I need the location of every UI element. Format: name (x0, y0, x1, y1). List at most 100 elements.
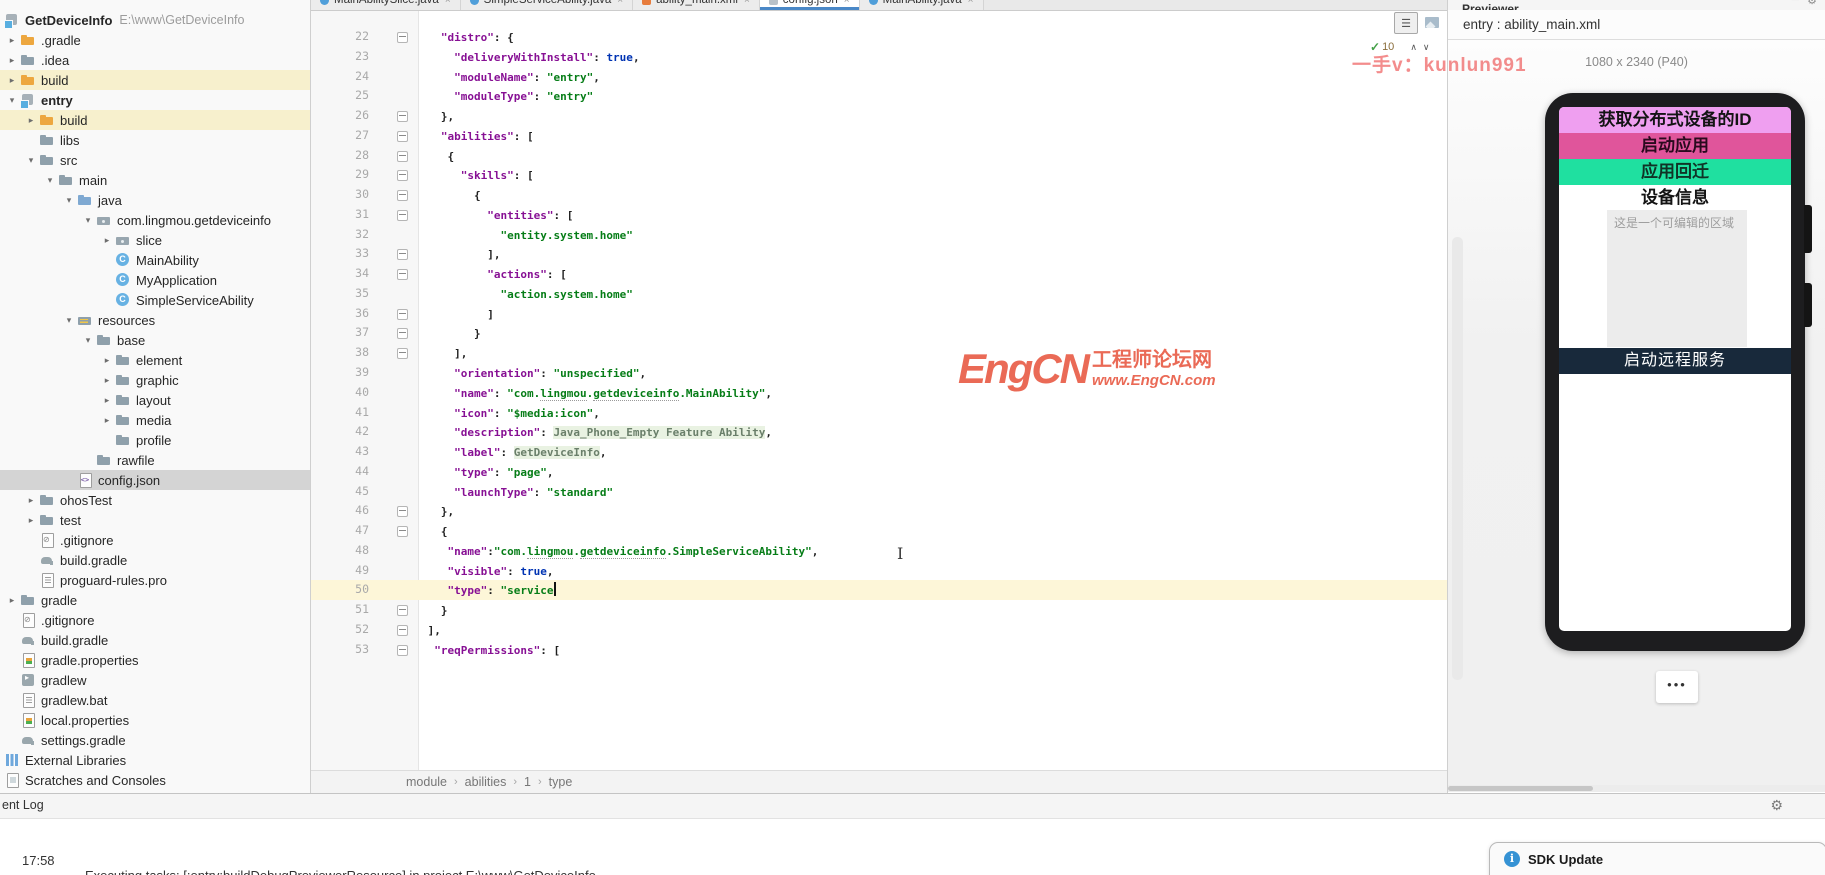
inspection-widget[interactable]: ✓ 10 ∧ ∨ (1370, 40, 1430, 54)
previewer-scrollbar-horizontal[interactable] (1448, 785, 1825, 792)
design-view-toggle-icon[interactable] (1421, 12, 1443, 32)
chevron-down-icon[interactable]: ▾ (61, 195, 77, 206)
code-line-29[interactable]: 29 "skills": [ (311, 165, 1447, 185)
chevron-down-icon[interactable]: ▾ (42, 175, 58, 186)
breadcrumb-item-module[interactable]: module (406, 775, 447, 789)
chevron-right-icon[interactable]: ▸ (23, 495, 39, 506)
chevron-right-icon[interactable]: ▸ (4, 595, 20, 606)
tab-config-json[interactable]: config.json × (759, 0, 860, 10)
tree-item-myapplication[interactable]: MyApplication (0, 270, 310, 290)
tree-item-config-json[interactable]: config.json (0, 470, 310, 490)
fold-marker-icon[interactable] (397, 348, 408, 360)
tree-item-profile[interactable]: profile (0, 430, 310, 450)
chevron-right-icon[interactable]: ▸ (23, 115, 39, 126)
tree-item-gradle[interactable]: ▸ gradle (0, 590, 310, 610)
code-line-53[interactable]: 53 "reqPermissions": [ (311, 640, 1447, 660)
fold-marker-icon[interactable] (397, 111, 408, 123)
fold-marker-icon[interactable] (397, 624, 408, 636)
close-tab-icon[interactable]: × (968, 0, 974, 6)
gear-icon[interactable]: ⚙ (1807, 0, 1817, 7)
tree-item-simpleserviceability[interactable]: SimpleServiceAbility (0, 290, 310, 310)
tree-item-scratches-and-consoles[interactable]: Scratches and Consoles (0, 770, 310, 790)
code-line-45[interactable]: 45 "launchType": "standard" (311, 482, 1447, 502)
code-line-42[interactable]: 42 "description": Java_Phone_Empty Featur… (311, 422, 1447, 442)
tree-item-gitignore[interactable]: .gitignore (0, 610, 310, 630)
chevron-down-icon[interactable]: ▾ (80, 335, 96, 346)
code-line-22[interactable]: 22 "distro": { (311, 27, 1447, 47)
fold-marker-icon[interactable] (397, 130, 408, 142)
close-tab-icon[interactable]: × (844, 0, 850, 6)
fold-marker-icon[interactable] (397, 526, 408, 538)
tree-item-base[interactable]: ▾ base (0, 330, 310, 350)
chevron-down-icon[interactable]: ▾ (61, 315, 77, 326)
code-line-26[interactable]: 26}, (311, 106, 1447, 126)
code-line-47[interactable]: 47 { (311, 521, 1447, 541)
code-line-51[interactable]: 51} (311, 600, 1447, 620)
tree-item-main[interactable]: ▾ main (0, 170, 310, 190)
code-line-52[interactable]: 52], (311, 620, 1447, 640)
more-options-button[interactable]: ••• (1656, 671, 1698, 703)
tree-item-test[interactable]: ▸ test (0, 510, 310, 530)
phone-button-[interactable]: 启动应用 (1559, 133, 1791, 159)
code-line-50[interactable]: 50 "type": "service (311, 580, 1447, 601)
tree-item-gradlew-bat[interactable]: gradlew.bat (0, 690, 310, 710)
tree-item-build[interactable]: ▸ build (0, 70, 310, 90)
code-line-28[interactable]: 28 { (311, 146, 1447, 166)
text-view-toggle-icon[interactable]: ☰ (1394, 12, 1418, 34)
close-tab-icon[interactable]: × (445, 0, 451, 6)
fold-marker-icon[interactable] (397, 190, 408, 202)
chevron-right-icon[interactable]: ▸ (4, 35, 20, 46)
code-line-38[interactable]: 38], (311, 343, 1447, 363)
minimize-icon[interactable]: ─ (1791, 0, 1799, 6)
fold-marker-icon[interactable] (397, 249, 408, 261)
fold-marker-icon[interactable] (397, 32, 408, 43)
fold-marker-icon[interactable] (397, 328, 408, 340)
chevron-down-icon[interactable]: ∨ (1423, 42, 1430, 53)
chevron-right-icon[interactable]: ▸ (4, 55, 20, 66)
tree-item-resources[interactable]: ▾ resources (0, 310, 310, 330)
scrollbar-thumb[interactable] (1448, 786, 1593, 791)
tree-item-graphic[interactable]: ▸ graphic (0, 370, 310, 390)
chevron-right-icon[interactable]: ▸ (23, 515, 39, 526)
code-line-27[interactable]: 27 "abilities": [ (311, 126, 1447, 146)
code-line-34[interactable]: 34 "actions": [ (311, 264, 1447, 284)
code-line-31[interactable]: 31 "entities": [ (311, 205, 1447, 225)
editable-textarea[interactable]: 这是一个可编辑的区域 (1607, 210, 1747, 347)
tree-item-gradlew[interactable]: gradlew (0, 670, 310, 690)
phone-button-[interactable]: 设备信息 (1559, 185, 1791, 211)
code-line-49[interactable]: 49 "visible": true, (311, 561, 1447, 581)
event-log-tab[interactable]: ent Log (2, 798, 44, 812)
tree-item-gitignore[interactable]: .gitignore (0, 530, 310, 550)
tree-item-com-lingmou-getdeviceinfo[interactable]: ▾ com.lingmou.getdeviceinfo (0, 210, 310, 230)
code-line-23[interactable]: 23 "deliveryWithInstall": true, (311, 47, 1447, 67)
fold-marker-icon[interactable] (397, 605, 408, 617)
tab-mainabilityslice-java[interactable]: MainAbilitySlice.java × (311, 0, 461, 10)
tree-item-settings-gradle[interactable]: settings.gradle (0, 730, 310, 750)
previewer-divider[interactable] (1447, 0, 1448, 793)
phone-button-id[interactable]: 获取分布式设备的ID (1559, 107, 1791, 133)
fold-marker-icon[interactable] (397, 269, 408, 281)
start-remote-service-button[interactable]: 启动远程服务 (1559, 348, 1791, 374)
code-line-40[interactable]: 40 "name": "com.lingmou.getdeviceinfo.Mai… (311, 383, 1447, 403)
fold-marker-icon[interactable] (397, 170, 408, 182)
code-line-39[interactable]: 39 "orientation": "unspecified", (311, 363, 1447, 383)
fold-marker-icon[interactable] (397, 644, 408, 656)
code-editor[interactable]: 22 "distro": {23 "deliveryWithInstall": tr… (311, 10, 1447, 770)
code-line-41[interactable]: 41 "icon": "$media:icon", (311, 403, 1447, 423)
close-tab-icon[interactable]: × (617, 0, 623, 6)
tree-item-local-properties[interactable]: local.properties (0, 710, 310, 730)
chevron-right-icon[interactable]: ▸ (99, 415, 115, 426)
tree-item-gradle-properties[interactable]: gradle.properties (0, 650, 310, 670)
fold-marker-icon[interactable] (397, 308, 408, 320)
tree-item-element[interactable]: ▸ element (0, 350, 310, 370)
chevron-down-icon[interactable]: ▾ (4, 95, 20, 106)
chevron-down-icon[interactable]: ▾ (80, 215, 96, 226)
chevron-up-icon[interactable]: ∧ (1410, 42, 1417, 53)
breadcrumb-item-type[interactable]: type (549, 775, 573, 789)
tree-item-build-gradle[interactable]: build.gradle (0, 630, 310, 650)
code-line-24[interactable]: 24 "moduleName": "entry", (311, 67, 1447, 87)
code-line-46[interactable]: 46}, (311, 501, 1447, 521)
code-line-33[interactable]: 33], (311, 244, 1447, 264)
fold-marker-icon[interactable] (397, 506, 408, 518)
tree-item-external-libraries[interactable]: External Libraries (0, 750, 310, 770)
